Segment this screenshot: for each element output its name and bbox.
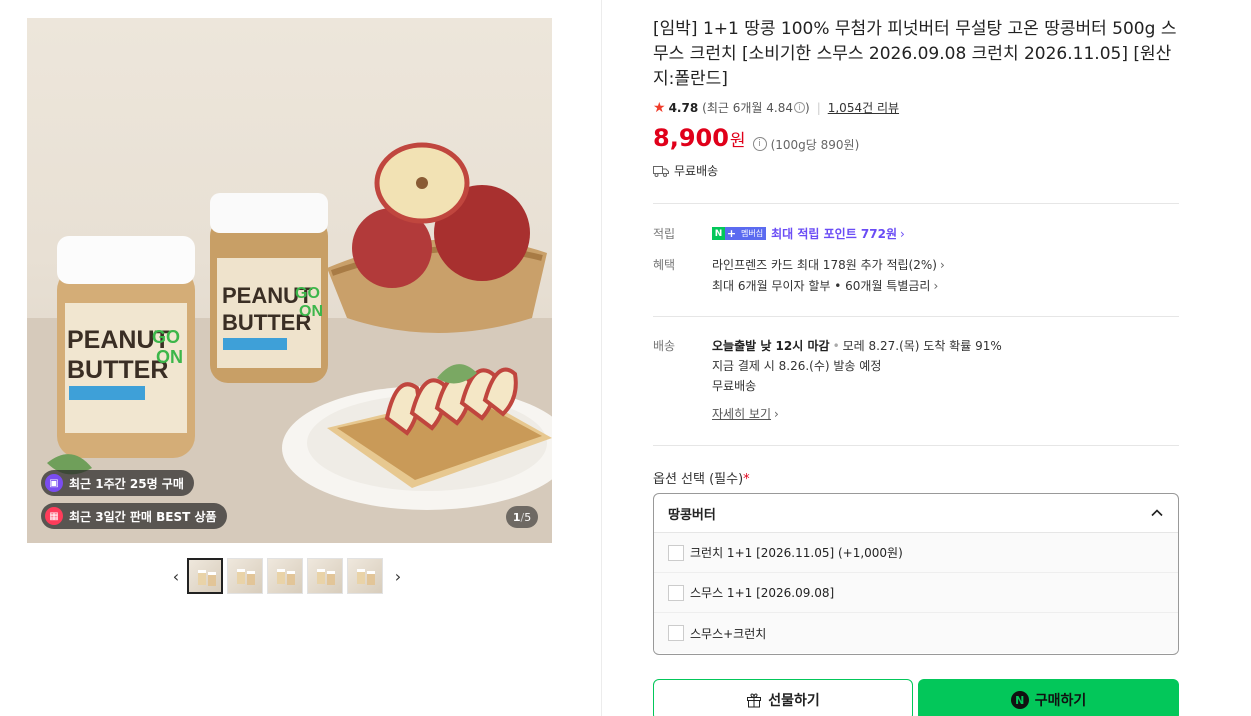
delivery-fee: 무료배송 xyxy=(712,379,757,393)
product-title: [임박] 1+1 땅콩 100% 무첨가 피넛버터 무설탕 고온 땅콩버터 50… xyxy=(653,19,1177,89)
best-seller-badge: ▦ 최근 3일간 판매 BEST 상품 xyxy=(41,503,227,529)
option-label: 옵션 선택 (필수)* xyxy=(653,472,750,487)
svg-text:BUTTER: BUTTER xyxy=(222,310,311,335)
chevron-right-icon: › xyxy=(939,258,945,272)
chevron-right-icon: › xyxy=(774,407,779,421)
thumbnail-strip: ‹ › xyxy=(165,557,409,595)
rating-recent: (최근 6개월 4.84 xyxy=(702,101,793,115)
points-link[interactable]: N + 멤버십 최대 적립 포인트 772원 › xyxy=(712,225,905,242)
delivery-cutoff: 오늘출발 낮 12시 마감 • 모레 8.27.(목) 도착 확률 91% xyxy=(712,339,1002,353)
delivery-dispatch: 지금 결제 시 8.26.(수) 발송 예정 xyxy=(712,359,882,373)
shipping-summary: 무료배송 xyxy=(653,162,718,179)
chevron-right-icon: › xyxy=(933,279,939,293)
option-item[interactable]: 스무스 1+1 [2026.09.08] xyxy=(654,573,1178,613)
gift-icon xyxy=(746,692,762,708)
option-select-header[interactable]: 땅콩버터 xyxy=(654,494,1178,533)
thumbnail-3[interactable] xyxy=(267,558,303,594)
svg-text:ON: ON xyxy=(299,303,323,320)
currency-label: 원 xyxy=(729,131,746,151)
option-checkbox[interactable] xyxy=(668,584,684,601)
product-gallery: PEANUT BUTTER GO ON PEANUT BUTTER GO ON … xyxy=(0,0,602,716)
product-main-image[interactable]: PEANUT BUTTER GO ON PEANUT BUTTER GO ON … xyxy=(27,18,552,543)
price-block: 8,900 원 i (100g당 890원) xyxy=(653,124,859,153)
rating-summary: ★ 4.78 (최근 6개월 4.84 i ) | 1,054건 리뷰 xyxy=(653,99,900,116)
installment-perk-link[interactable]: 최대 6개월 무이자 할부 • 60개월 특별금리 › xyxy=(712,277,938,294)
purchase-count-badge: ▣ 최근 1주간 25명 구매 xyxy=(41,470,194,496)
divider xyxy=(653,203,1179,204)
gift-button[interactable]: 선물하기 xyxy=(653,679,913,716)
svg-text:GO: GO xyxy=(152,327,180,347)
review-count-link[interactable]: 1,054건 리뷰 xyxy=(828,99,899,116)
truck-icon xyxy=(653,165,669,177)
info-icon[interactable]: i xyxy=(794,102,805,113)
delivery-details-link[interactable]: 자세히 보기 › xyxy=(712,405,779,422)
card-perk-link[interactable]: 라인프렌즈 카드 최대 178원 추가 적립(2%) › xyxy=(712,256,945,273)
buy-button[interactable]: N 구매하기 xyxy=(918,679,1179,716)
option-checkbox[interactable] xyxy=(668,544,684,561)
info-icon[interactable]: i xyxy=(752,137,767,151)
chevron-left-icon[interactable]: ‹ xyxy=(165,558,187,594)
rating-score: 4.78 xyxy=(668,100,699,115)
option-checkbox[interactable] xyxy=(668,625,684,641)
star-icon: ★ xyxy=(653,99,666,116)
svg-text:BUTTER: BUTTER xyxy=(67,356,168,384)
naver-membership-icon: N + 멤버십 xyxy=(712,227,767,240)
gift-box-icon: ▦ xyxy=(45,507,63,525)
chevron-right-icon[interactable]: › xyxy=(387,558,409,594)
thumbnail-2[interactable] xyxy=(227,558,263,594)
naver-pay-icon: N xyxy=(1010,691,1029,709)
bag-icon: ▣ xyxy=(45,474,63,492)
perks-label: 혜택 xyxy=(653,258,676,272)
thumbnail-5[interactable] xyxy=(347,558,383,594)
svg-text:ON: ON xyxy=(156,347,183,367)
chevron-up-icon xyxy=(1151,509,1163,517)
points-label: 적립 xyxy=(653,227,676,241)
thumbnail-4[interactable] xyxy=(307,558,343,594)
thumbnail-1[interactable] xyxy=(187,558,223,594)
option-item[interactable]: 크런치 1+1 [2026.11.05] (+1,000원) xyxy=(654,533,1178,573)
chevron-right-icon: › xyxy=(900,226,905,241)
svg-text:GO: GO xyxy=(295,285,320,302)
divider xyxy=(653,445,1179,446)
delivery-label: 배송 xyxy=(653,339,676,353)
peanut-butter-photo: PEANUT BUTTER GO ON PEANUT BUTTER GO ON xyxy=(27,142,552,543)
option-select: 땅콩버터 크런치 1+1 [2026.11.05] (+1,000원) 스무스 … xyxy=(653,493,1179,655)
divider xyxy=(653,316,1179,317)
option-item[interactable]: 스무스+크런치 xyxy=(654,613,1178,653)
sale-price: 8,900 xyxy=(653,124,729,152)
unit-price: i (100g당 890원) xyxy=(752,136,859,153)
image-pager: 1/5 xyxy=(506,506,538,528)
